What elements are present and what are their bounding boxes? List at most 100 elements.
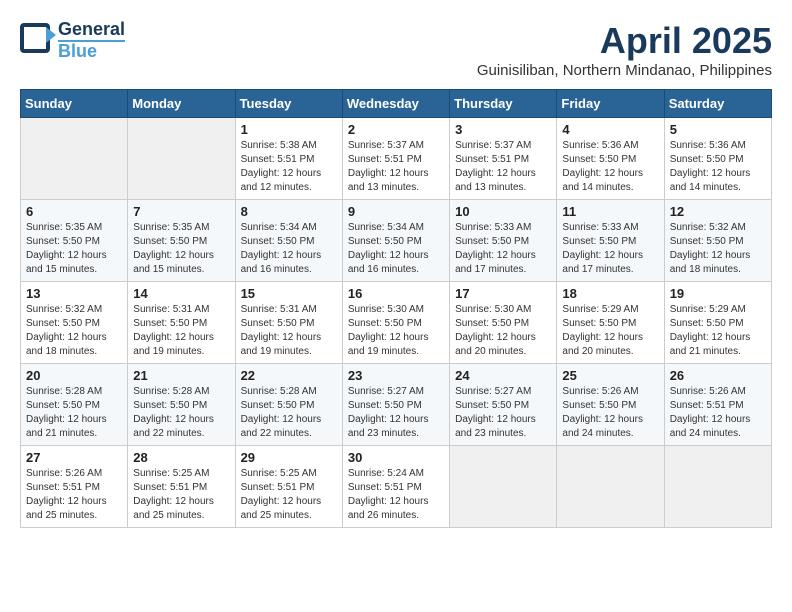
day-info: Sunrise: 5:26 AMSunset: 5:50 PMDaylight:… [562,385,658,441]
day-info: Sunrise: 5:27 AMSunset: 5:50 PMDaylight:… [455,385,551,441]
day-number: 24 [455,368,551,383]
day-number: 16 [348,286,444,301]
calendar-cell: 20 Sunrise: 5:28 AMSunset: 5:50 PMDayligh… [21,364,128,446]
calendar-cell: 8 Sunrise: 5:34 AMSunset: 5:50 PMDaylight… [235,200,342,282]
calendar-cell: 3 Sunrise: 5:37 AMSunset: 5:51 PMDaylight… [450,118,557,200]
calendar-cell: 22Sunrise: 5:28 AMSunset: 5:50 PMDayligh… [235,364,342,446]
calendar-week-row: 1 Sunrise: 5:38 AMSunset: 5:51 PMDaylight… [21,118,772,200]
calendar-cell: 23 Sunrise: 5:27 AMSunset: 5:50 PMDayligh… [342,364,449,446]
calendar-cell: 28 Sunrise: 5:25 AMSunset: 5:51 PMDayligh… [128,446,235,528]
day-number: 27 [26,450,122,465]
day-info: Sunrise: 5:25 AMSunset: 5:51 PMDaylight:… [133,467,229,523]
logo-blue: Blue [58,40,125,62]
calendar-cell: 25 Sunrise: 5:26 AMSunset: 5:50 PMDayligh… [557,364,664,446]
day-number: 14 [133,286,229,301]
day-info: Sunrise: 5:32 AMSunset: 5:50 PMDaylight:… [670,221,766,277]
calendar-cell: 26 Sunrise: 5:26 AMSunset: 5:51 PMDayligh… [664,364,771,446]
weekday-header: Thursday [450,90,557,118]
logo-general: General [58,20,125,40]
calendar-cell: 7 Sunrise: 5:35 AMSunset: 5:50 PMDaylight… [128,200,235,282]
day-info: Sunrise: 5:35 AMSunset: 5:50 PMDaylight:… [133,221,229,277]
weekday-header: Monday [128,90,235,118]
day-info: Sunrise: 5:24 AMSunset: 5:51 PMDaylight:… [348,467,444,523]
calendar-cell: 16Sunrise: 5:30 AMSunset: 5:50 PMDayligh… [342,282,449,364]
calendar-header-row: SundayMondayTuesdayWednesdayThursdayFrid… [21,90,772,118]
day-number: 7 [133,204,229,219]
day-number: 15 [241,286,337,301]
day-number: 6 [26,204,122,219]
calendar-week-row: 20 Sunrise: 5:28 AMSunset: 5:50 PMDayligh… [21,364,772,446]
day-number: 1 [241,122,337,137]
day-info: Sunrise: 5:37 AMSunset: 5:51 PMDaylight:… [348,139,444,195]
day-number: 21 [133,368,229,383]
day-number: 13 [26,286,122,301]
day-number: 8 [241,204,337,219]
calendar-cell: 29 Sunrise: 5:25 AMSunset: 5:51 PMDayligh… [235,446,342,528]
day-info: Sunrise: 5:31 AMSunset: 5:50 PMDaylight:… [133,303,229,359]
calendar-cell: 9 Sunrise: 5:34 AMSunset: 5:50 PMDaylight… [342,200,449,282]
calendar-cell: 13Sunrise: 5:32 AMSunset: 5:50 PMDayligh… [21,282,128,364]
title-block: April 2025 Guinisiliban, Northern Mindan… [477,20,772,79]
day-info: Sunrise: 5:36 AMSunset: 5:50 PMDaylight:… [562,139,658,195]
day-info: Sunrise: 5:34 AMSunset: 5:50 PMDaylight:… [348,221,444,277]
weekday-header: Sunday [21,90,128,118]
calendar-table: SundayMondayTuesdayWednesdayThursdayFrid… [20,89,772,528]
day-number: 26 [670,368,766,383]
calendar-cell: 4 Sunrise: 5:36 AMSunset: 5:50 PMDaylight… [557,118,664,200]
calendar-cell: 19Sunrise: 5:29 AMSunset: 5:50 PMDayligh… [664,282,771,364]
weekday-header: Saturday [664,90,771,118]
day-info: Sunrise: 5:37 AMSunset: 5:51 PMDaylight:… [455,139,551,195]
day-info: Sunrise: 5:38 AMSunset: 5:51 PMDaylight:… [241,139,337,195]
calendar-cell [557,446,664,528]
day-info: Sunrise: 5:34 AMSunset: 5:50 PMDaylight:… [241,221,337,277]
calendar-cell: 11 Sunrise: 5:33 AMSunset: 5:50 PMDayligh… [557,200,664,282]
calendar-cell: 5 Sunrise: 5:36 AMSunset: 5:50 PMDaylight… [664,118,771,200]
calendar-cell [450,446,557,528]
calendar-cell: 24 Sunrise: 5:27 AMSunset: 5:50 PMDayligh… [450,364,557,446]
day-number: 11 [562,204,658,219]
day-info: Sunrise: 5:36 AMSunset: 5:50 PMDaylight:… [670,139,766,195]
day-number: 30 [348,450,444,465]
day-info: Sunrise: 5:29 AMSunset: 5:50 PMDaylight:… [670,303,766,359]
day-info: Sunrise: 5:26 AMSunset: 5:51 PMDaylight:… [26,467,122,523]
day-number: 2 [348,122,444,137]
weekday-header: Friday [557,90,664,118]
calendar-week-row: 6 Sunrise: 5:35 AMSunset: 5:50 PMDaylight… [21,200,772,282]
day-info: Sunrise: 5:26 AMSunset: 5:51 PMDaylight:… [670,385,766,441]
day-info: Sunrise: 5:25 AMSunset: 5:51 PMDaylight:… [241,467,337,523]
calendar-cell [128,118,235,200]
logo: General Blue [20,20,125,62]
day-number: 22 [241,368,337,383]
calendar-week-row: 27 Sunrise: 5:26 AMSunset: 5:51 PMDayligh… [21,446,772,528]
weekday-header: Wednesday [342,90,449,118]
calendar-cell: 1 Sunrise: 5:38 AMSunset: 5:51 PMDaylight… [235,118,342,200]
day-number: 28 [133,450,229,465]
calendar-cell: 21 Sunrise: 5:28 AMSunset: 5:50 PMDayligh… [128,364,235,446]
calendar-cell: 10Sunrise: 5:33 AMSunset: 5:50 PMDayligh… [450,200,557,282]
day-number: 25 [562,368,658,383]
calendar-cell: 18 Sunrise: 5:29 AMSunset: 5:50 PMDayligh… [557,282,664,364]
day-info: Sunrise: 5:33 AMSunset: 5:50 PMDaylight:… [562,221,658,277]
day-number: 3 [455,122,551,137]
day-number: 5 [670,122,766,137]
day-info: Sunrise: 5:31 AMSunset: 5:50 PMDaylight:… [241,303,337,359]
day-number: 20 [26,368,122,383]
calendar-cell: 15 Sunrise: 5:31 AMSunset: 5:50 PMDayligh… [235,282,342,364]
day-number: 9 [348,204,444,219]
day-number: 23 [348,368,444,383]
calendar-cell: 2 Sunrise: 5:37 AMSunset: 5:51 PMDaylight… [342,118,449,200]
calendar-cell: 12 Sunrise: 5:32 AMSunset: 5:50 PMDayligh… [664,200,771,282]
day-info: Sunrise: 5:29 AMSunset: 5:50 PMDaylight:… [562,303,658,359]
day-number: 4 [562,122,658,137]
day-number: 18 [562,286,658,301]
day-number: 17 [455,286,551,301]
day-number: 29 [241,450,337,465]
calendar-cell: 6Sunrise: 5:35 AMSunset: 5:50 PMDaylight… [21,200,128,282]
day-number: 12 [670,204,766,219]
day-info: Sunrise: 5:28 AMSunset: 5:50 PMDaylight:… [133,385,229,441]
calendar-cell: 30 Sunrise: 5:24 AMSunset: 5:51 PMDayligh… [342,446,449,528]
calendar-week-row: 13Sunrise: 5:32 AMSunset: 5:50 PMDayligh… [21,282,772,364]
page-header: General Blue April 2025 Guinisiliban, No… [20,20,772,79]
day-info: Sunrise: 5:28 AMSunset: 5:50 PMDaylight:… [26,385,122,441]
day-info: Sunrise: 5:27 AMSunset: 5:50 PMDaylight:… [348,385,444,441]
